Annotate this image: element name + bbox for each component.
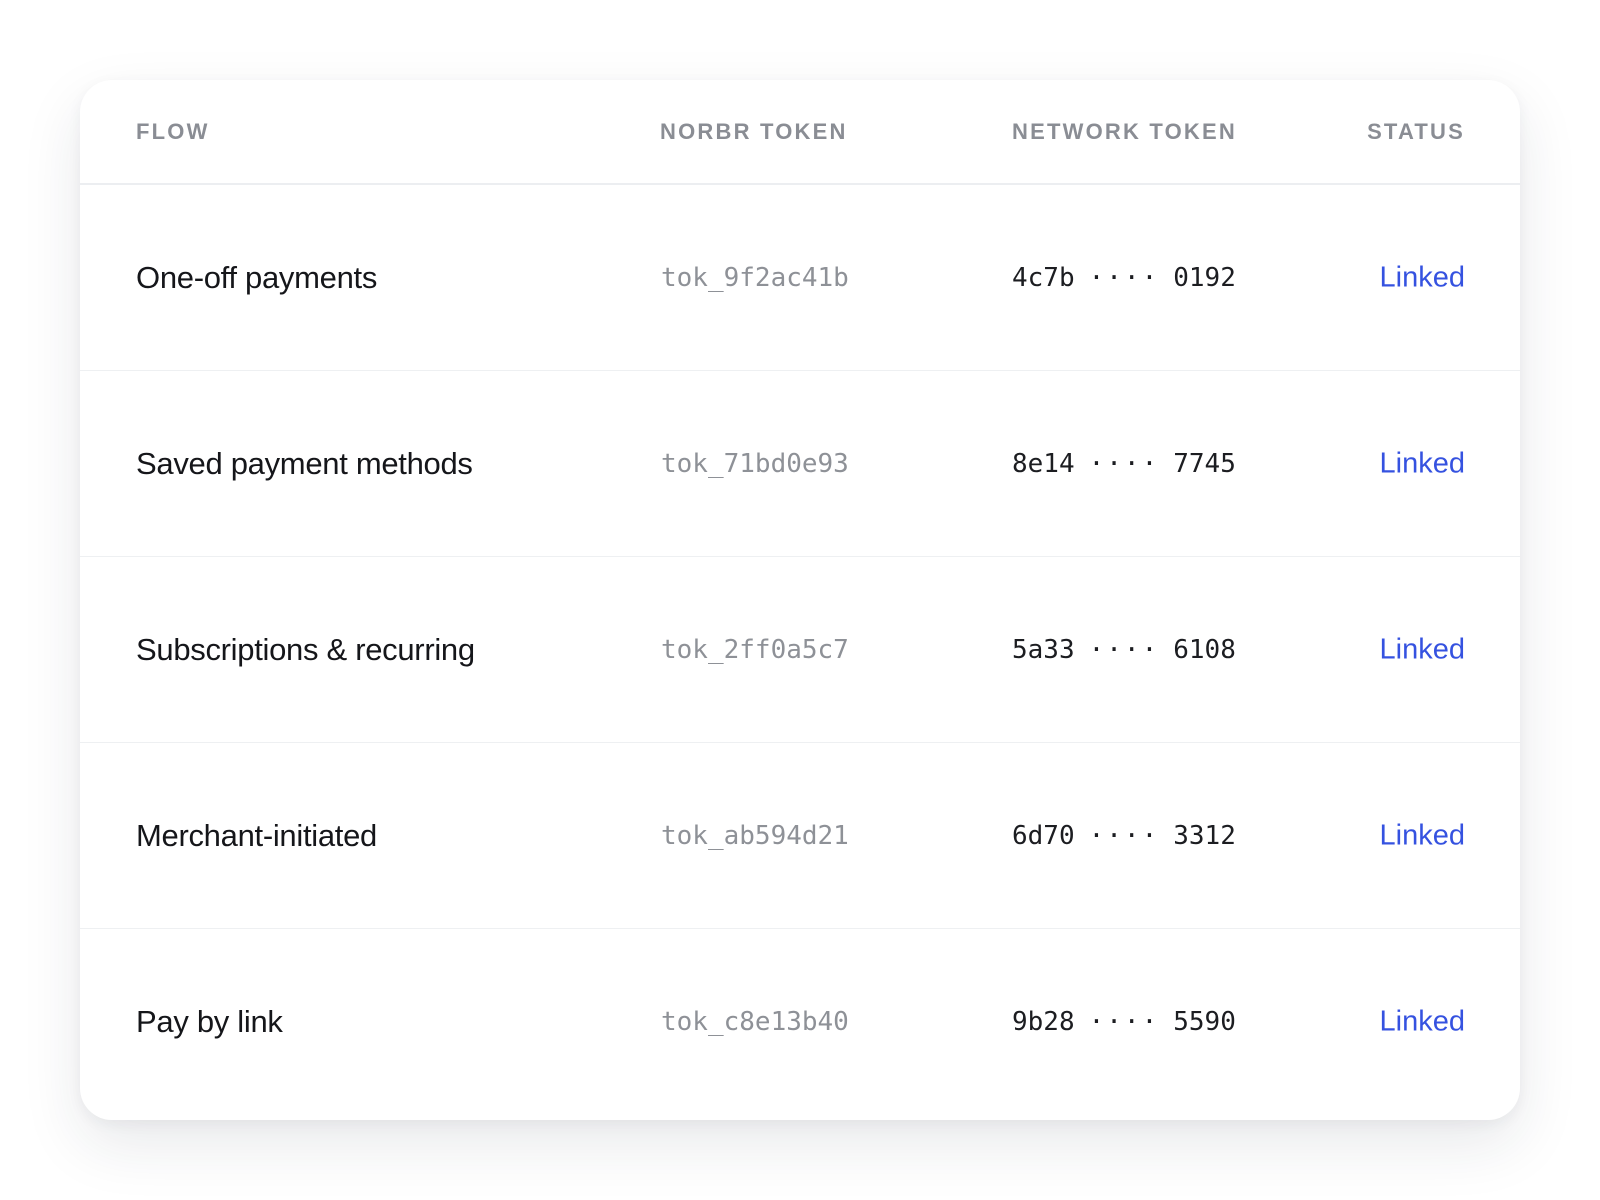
norbr-token: tok_ab594d21 bbox=[661, 820, 849, 851]
network-token-suffix: 6108 bbox=[1173, 634, 1236, 665]
norbr-token: tok_c8e13b40 bbox=[661, 1006, 849, 1037]
status-link[interactable]: Linked bbox=[1380, 819, 1465, 852]
table-row: Merchant-initiated tok_ab594d21 6d70 ····… bbox=[80, 743, 1520, 929]
table-row: One-off payments tok_9f2ac41b 4c7b ···· 01… bbox=[80, 185, 1520, 371]
flow-name: One-off payments bbox=[136, 259, 378, 295]
status-link[interactable]: Linked bbox=[1380, 1005, 1465, 1038]
network-token-prefix: 9b28 bbox=[1012, 1006, 1075, 1037]
table-body: One-off payments tok_9f2ac41b 4c7b ···· 01… bbox=[80, 185, 1520, 1114]
table-row: Subscriptions & recurring tok_2ff0a5c7 5… bbox=[80, 557, 1520, 743]
network-token: 4c7b ···· 0192 bbox=[1012, 263, 1236, 293]
norbr-token: tok_71bd0e93 bbox=[661, 448, 849, 479]
network-token-mask: ···· bbox=[1088, 1006, 1160, 1037]
flow-name: Subscriptions & recurring bbox=[136, 631, 475, 667]
flow-name: Saved payment methods bbox=[136, 445, 473, 481]
flow-name: Merchant-initiated bbox=[136, 817, 377, 853]
norbr-token: tok_9f2ac41b bbox=[661, 262, 849, 293]
token-table-card: FLOW NORBR TOKEN NETWORK TOKEN STATUS On… bbox=[80, 80, 1520, 1120]
network-token: 6d70 ···· 3312 bbox=[1012, 821, 1236, 851]
network-token: 5a33 ···· 6108 bbox=[1012, 635, 1236, 665]
table-row: Saved payment methods tok_71bd0e93 8e14 ·… bbox=[80, 371, 1520, 557]
network-token-suffix: 5590 bbox=[1173, 1006, 1236, 1037]
status-link[interactable]: Linked bbox=[1380, 633, 1465, 666]
table-header: FLOW NORBR TOKEN NETWORK TOKEN STATUS bbox=[80, 80, 1520, 185]
network-token-prefix: 8e14 bbox=[1012, 448, 1075, 479]
status-link[interactable]: Linked bbox=[1380, 447, 1465, 480]
network-token-suffix: 0192 bbox=[1173, 262, 1236, 293]
network-token-suffix: 7745 bbox=[1173, 448, 1236, 479]
network-token-mask: ···· bbox=[1088, 634, 1160, 665]
network-token-mask: ···· bbox=[1088, 262, 1160, 293]
flow-name: Pay by link bbox=[136, 1003, 283, 1039]
column-header-network-token: NETWORK TOKEN bbox=[1012, 119, 1237, 144]
table-row: Pay by link tok_c8e13b40 9b28 ···· 5590 Li… bbox=[80, 929, 1520, 1114]
column-header-flow: FLOW bbox=[136, 119, 210, 144]
column-header-status: STATUS bbox=[1367, 119, 1465, 144]
network-token-prefix: 6d70 bbox=[1012, 820, 1075, 851]
network-token-suffix: 3312 bbox=[1173, 820, 1236, 851]
network-token-prefix: 5a33 bbox=[1012, 634, 1075, 665]
status-link[interactable]: Linked bbox=[1380, 261, 1465, 294]
norbr-token: tok_2ff0a5c7 bbox=[661, 634, 849, 665]
network-token-mask: ···· bbox=[1088, 820, 1160, 851]
network-token: 9b28 ···· 5590 bbox=[1012, 1007, 1236, 1037]
network-token: 8e14 ···· 7745 bbox=[1012, 449, 1236, 479]
network-token-mask: ···· bbox=[1088, 448, 1160, 479]
network-token-prefix: 4c7b bbox=[1012, 262, 1075, 293]
column-header-norbr-token: NORBR TOKEN bbox=[660, 119, 848, 144]
